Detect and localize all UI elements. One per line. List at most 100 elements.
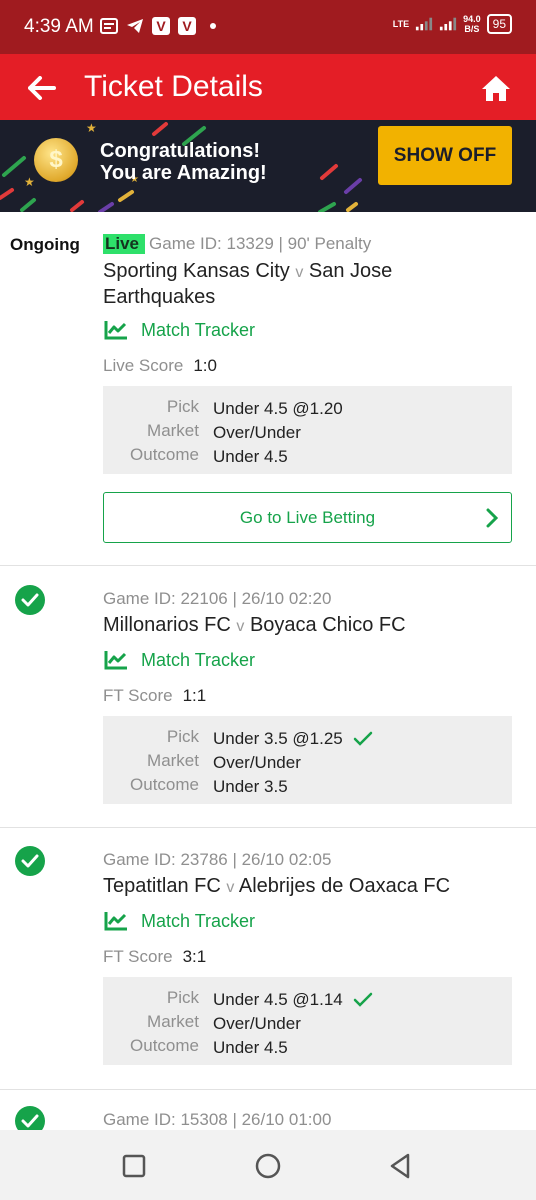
speed-value: 94.0 [463,14,481,24]
market-row: Market Over/Under [103,751,512,775]
svg-text:★: ★ [86,121,97,135]
market-value: Over/Under [213,1014,301,1033]
show-off-button[interactable]: SHOW OFF [378,126,512,185]
score-line: FT Score 3:1 [103,947,206,967]
pick-value: Under 4.5 @1.20 [213,399,343,418]
outcome-value: Under 4.5 [213,1038,288,1057]
system-nav-bar [0,1130,536,1200]
page-title: Ticket Details [84,70,263,103]
lte-indicator: LTE [393,19,409,29]
banner-line-2: You are Amazing! [100,162,267,184]
trend-chart-icon [104,912,127,931]
game-info: Game ID: 15308 | 26/10 01:00 [103,1110,332,1129]
game-info: Game ID: 22106 | 26/10 02:20 [103,589,332,608]
market-row: Market Over/Under [103,421,512,445]
match-tracker-label: Match Tracker [141,319,256,340]
app-bar: Ticket Details [0,54,536,120]
pick-row: Pick Under 3.5 @1.25 [103,727,512,751]
market-value: Over/Under [213,753,301,772]
battery-indicator: 95 [486,14,512,34]
market-label: Market [147,751,199,770]
svg-text:★: ★ [24,175,35,189]
ticket-item: Game ID: 15308 | 26/10 01:00 [0,1090,536,1130]
check-icon [353,992,372,1007]
match-teams: Sporting Kansas City v San Jose Earthqua… [103,259,503,309]
outcome-value: Under 4.5 [213,447,288,466]
signal-icon-2 [439,15,457,33]
score-label: FT Score [103,947,173,966]
game-id-text: Game ID: 13329 | 90' Penalty [149,234,372,253]
triangle-back-icon [390,1153,410,1179]
go-live-label: Go to Live Betting [239,507,376,527]
outcome-row: Outcome Under 4.5 [103,445,512,469]
score-value: 3:1 [182,947,207,966]
pick-details: Pick Under 4.5 @1.20 Market Over/Under O… [103,386,512,474]
telegram-icon [126,17,144,35]
pick-details: Pick Under 3.5 @1.25 Market Over/Under O… [103,716,512,804]
coin-icon: $ [34,138,78,182]
status-right: LTE 94.0 B/S 95 [393,14,512,34]
score-value: 1:1 [182,686,207,705]
game-info: Live Game ID: 13329 | 90' Penalty [103,234,371,254]
score-line: Live Score 1:0 [103,356,217,376]
away-team: Alebrijes de Oaxaca FC [238,875,451,897]
message-icon [100,17,118,35]
ticket-item: Game ID: 22106 | 26/10 02:20 Millonarios… [0,566,536,826]
pick-label: Pick [166,397,199,416]
outcome-row: Outcome Under 4.5 [103,1036,512,1060]
match-tracker-link[interactable]: Match Tracker [103,649,255,671]
home-team: Sporting Kansas City [103,260,290,282]
trend-chart-icon [104,651,127,670]
ticket-item: Game ID: 23786 | 26/10 02:05 Tepatitlan … [0,828,536,1088]
outcome-row: Outcome Under 3.5 [103,775,512,799]
live-badge: Live [103,234,146,254]
match-tracker-label: Match Tracker [141,910,256,931]
pick-label: Pick [166,988,199,1007]
vs-label: v [226,879,235,896]
ticket-status-label: Ongoing [10,235,80,254]
banner-text: Congratulations! You are Amazing! [100,140,267,184]
pick-value-wrap: Under 3.5 @1.25 [213,727,373,751]
speed-indicator: 94.0 B/S [463,14,481,34]
score-line: FT Score 1:1 [103,686,206,706]
score-label: FT Score [103,686,173,705]
notification-icons: V V [100,17,216,35]
banner-line-1: Congratulations! [100,140,260,162]
check-circle-icon [15,585,45,615]
market-value: Over/Under [213,423,301,442]
score-value: 1:0 [193,356,217,375]
back-nav-button[interactable] [386,1152,414,1180]
pick-details: Pick Under 4.5 @1.14 Market Over/Under O… [103,977,512,1065]
recent-apps-button[interactable] [120,1152,148,1180]
status-bar: 4:39 AM V V LTE 94.0 B/S 95 [0,0,536,54]
more-dot-icon [210,23,216,29]
back-button[interactable] [22,68,62,108]
v-app-icon: V [178,17,196,35]
vs-label: v [295,264,304,281]
outcome-label: Outcome [130,445,199,464]
outcome-label: Outcome [130,775,199,794]
away-team: Boyaca Chico FC [249,614,406,636]
match-tracker-link[interactable]: Match Tracker [103,910,255,932]
check-circle-icon [15,846,45,876]
match-teams: Tepatitlan FC v Alebrijes de Oaxaca FC [103,874,503,900]
market-label: Market [147,421,199,440]
check-icon [353,731,372,746]
game-info: Game ID: 23786 | 26/10 02:05 [103,850,332,869]
pick-row: Pick Under 4.5 @1.14 [103,988,512,1012]
home-button[interactable] [476,68,516,108]
trend-chart-icon [104,321,127,340]
match-tracker-link[interactable]: Match Tracker [103,319,255,341]
go-to-live-betting-button[interactable]: Go to Live Betting [103,492,512,543]
match-teams: Millonarios FC v Boyaca Chico FC [103,613,503,639]
promo-banner[interactable]: ★ ★ ★ $ Congratulations! You are Amazing… [0,120,536,212]
match-tracker-label: Match Tracker [141,649,256,670]
ticket-item: Ongoing Live Game ID: 13329 | 90' Penalty… [0,212,536,565]
square-icon [122,1154,146,1178]
arrow-left-icon [28,76,56,100]
home-nav-button[interactable] [254,1152,282,1180]
v-app-icon: V [152,17,170,35]
market-row: Market Over/Under [103,1012,512,1036]
chevron-right-icon [486,508,499,528]
outcome-label: Outcome [130,1036,199,1055]
